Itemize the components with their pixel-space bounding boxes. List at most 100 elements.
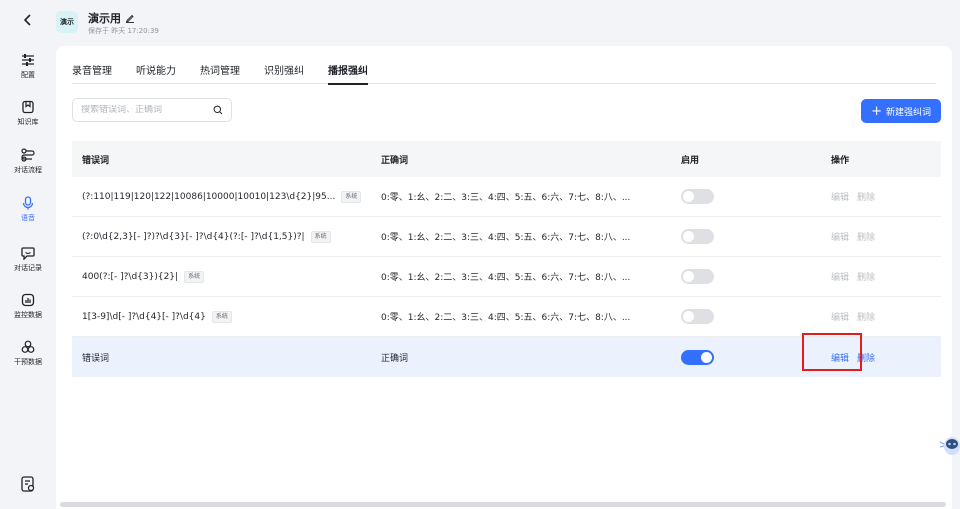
delete-link[interactable]: 删除 [857,310,875,323]
correct-word-cell: 0:零、1:幺、2:二、3:三、4:四、5:五、6:六、7:七、8:八、... [381,233,631,243]
assistant-robot-button[interactable] [938,431,960,457]
sidebar-item-knowledge[interactable]: 知识库 [0,100,56,127]
main-panel: 录音管理 听说能力 热词管理 识别强纠 播报强纠 + 新建强纠词 错误词 正确词… [56,46,952,509]
flow-icon [21,148,35,162]
enable-toggle[interactable] [681,229,714,244]
tab-listen-speak[interactable]: 听说能力 [136,62,176,84]
chat-icon [21,247,35,260]
edit-link[interactable]: 编辑 [831,351,849,364]
wrong-word-cell: (?:110|119|120|122|10086|10000|10010|123… [82,190,372,203]
document-gear-icon [21,476,35,492]
wrong-word-text: (?:110|119|120|122|10086|10000|10010|123… [82,191,336,202]
edit-link[interactable]: 编辑 [831,270,849,283]
bar-chart-icon [21,293,35,307]
wrong-word-cell: 1[3-9]\d[- ]?\d{4}[- ]?\d{4} 系统 [82,310,372,323]
correct-word-cell: 0:零、1:幺、2:二、3:三、4:四、5:五、6:六、7:七、8:八、... [381,193,631,203]
table-row: 1[3-9]\d[- ]?\d{4}[- ]?\d{4} 系统 0:零、1:幺、… [72,297,941,337]
search-box [72,98,232,122]
circles-icon [21,340,35,353]
sidebar-item-label: 知识库 [17,118,39,126]
robot-icon [939,437,960,455]
saved-timestamp: 保存于 昨天 17:20:39 [88,27,159,35]
sidebar-item-intervention[interactable]: 干预数据 [0,340,56,367]
actions-cell: 编辑 删除 [831,351,875,364]
system-tag: 系统 [211,310,232,323]
enabled-cell [681,349,714,365]
app-header: 演示 演示用 保存于 昨天 17:20:39 [56,0,960,44]
sidebar: 配置 知识库 对话流程 语音 对话记录 监控数据 干预数据 [0,0,56,509]
tab-bar: 录音管理 听说能力 热词管理 识别强纠 播报强纠 [72,62,936,85]
chevron-left-icon [23,14,31,26]
system-tag: 系统 [310,230,331,243]
app-avatar: 演示 [56,11,78,33]
tab-broadcast-correction[interactable]: 播报强纠 [328,62,368,85]
new-button-label: 新建强纠词 [885,107,931,118]
correct-word-cell: 0:零、1:幺、2:二、3:三、4:四、5:五、6:六、7:七、8:八、... [381,273,631,283]
table-row: 错误词 正确词 编辑 删除 [72,337,941,377]
bookmark-icon [22,100,34,114]
actions-cell: 编辑 删除 [831,270,875,283]
tab-hotword-management[interactable]: 热词管理 [200,62,240,84]
enable-toggle[interactable] [681,309,714,324]
system-tag: 系统 [341,190,362,203]
new-correction-button[interactable]: + 新建强纠词 [861,99,941,123]
delete-link[interactable]: 删除 [857,190,875,203]
sidebar-item-voice[interactable]: 语音 [0,190,56,230]
table-row: 400(?:[- ]?\d{3}){2}| 系统 0:零、1:幺、2:二、3:三… [72,257,941,297]
sidebar-item-label: 对话流程 [14,166,42,174]
horizontal-scrollbar[interactable] [60,502,946,507]
edit-link[interactable]: 编辑 [831,230,849,243]
column-header-actions: 操作 [831,155,850,166]
table-header: 错误词 正确词 启用 操作 [72,141,941,177]
correct-word-cell: 0:零、1:幺、2:二、3:三、4:四、5:五、6:六、7:七、8:八、... [381,313,631,323]
document-settings-button[interactable] [18,474,38,494]
table-row: (?:110|119|120|122|10086|10000|10010|123… [72,177,941,217]
sidebar-item-label: 干预数据 [14,358,42,366]
microphone-icon [22,196,34,210]
delete-link[interactable]: 删除 [857,351,875,364]
correction-table: 错误词 正确词 启用 操作 (?:110|119|120|122|10086|1… [72,141,941,377]
enabled-cell [681,309,714,324]
sidebar-item-label: 监控数据 [14,311,42,319]
sidebar-item-config[interactable]: 配置 [0,53,56,80]
sidebar-item-label: 语音 [21,214,35,222]
delete-link[interactable]: 删除 [857,270,875,283]
wrong-word-text: 错误词 [82,353,110,364]
edit-link[interactable]: 编辑 [831,310,849,323]
enabled-cell [681,269,714,284]
sidebar-item-flow[interactable]: 对话流程 [0,148,56,175]
search-icon[interactable] [213,105,223,115]
sidebar-item-chat-records[interactable]: 对话记录 [0,246,56,273]
search-input[interactable] [81,105,213,115]
enable-toggle[interactable] [681,269,714,284]
wrong-word-cell: 错误词 [82,351,372,364]
enabled-cell [681,229,714,244]
column-header-correct: 正确词 [381,155,409,166]
tab-recording-management[interactable]: 录音管理 [72,62,112,84]
column-header-wrong: 错误词 [82,155,110,166]
app-title: 演示用 [88,10,135,26]
wrong-word-text: 1[3-9]\d[- ]?\d{4}[- ]?\d{4} [82,311,206,322]
back-button[interactable] [18,10,38,30]
tab-recognition-correction[interactable]: 识别强纠 [264,62,304,84]
sliders-icon [22,54,34,66]
delete-link[interactable]: 删除 [857,230,875,243]
wrong-word-text: 400(?:[- ]?\d{3}){2}| [82,271,179,282]
sidebar-item-label: 对话记录 [14,264,42,272]
correct-word-cell: 正确词 [381,353,409,364]
sidebar-item-label: 配置 [21,71,35,79]
app-name: 演示用 [88,12,121,25]
column-header-enabled: 启用 [681,155,700,166]
system-tag: 系统 [184,270,205,283]
wrong-word-cell: (?:0\d{2,3}[- ]?)?\d{3}[- ]?\d{4}(?:[- ]… [82,230,372,243]
enable-toggle[interactable] [681,189,714,204]
enable-toggle[interactable] [681,349,714,365]
edit-link[interactable]: 编辑 [831,190,849,203]
enabled-cell [681,189,714,204]
actions-cell: 编辑 删除 [831,310,875,323]
edit-pencil-icon[interactable] [125,13,135,23]
actions-cell: 编辑 删除 [831,190,875,203]
sidebar-item-monitor[interactable]: 监控数据 [0,293,56,320]
wrong-word-text: (?:0\d{2,3}[- ]?)?\d{3}[- ]?\d{4}(?:[- ]… [82,231,305,242]
wrong-word-cell: 400(?:[- ]?\d{3}){2}| 系统 [82,270,372,283]
